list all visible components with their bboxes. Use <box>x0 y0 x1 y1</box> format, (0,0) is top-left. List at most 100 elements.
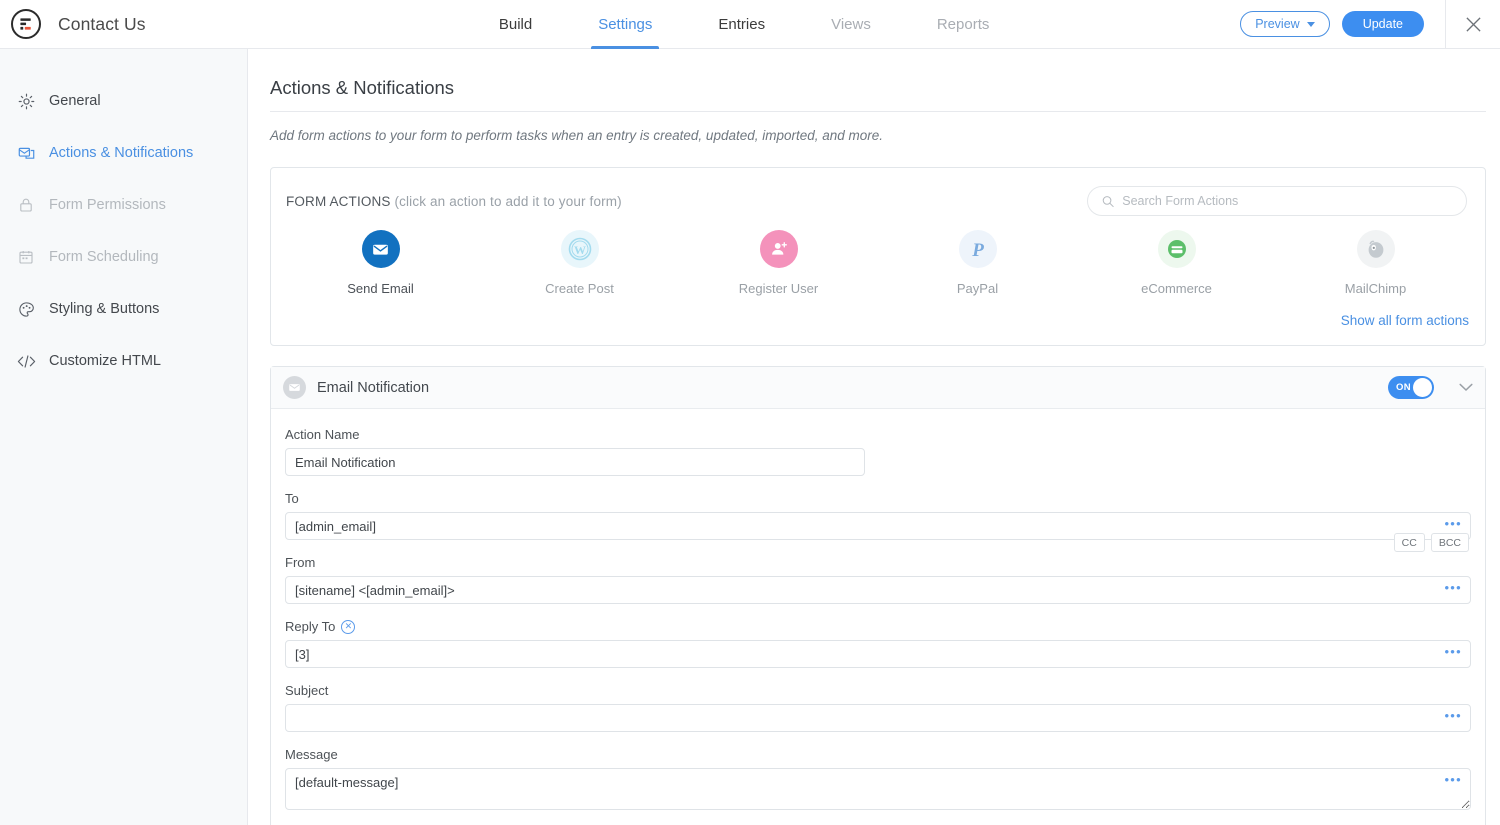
gear-icon <box>16 91 36 111</box>
preview-label: Preview <box>1255 17 1299 31</box>
form-actions-header: FORM ACTIONS (click an action to add it … <box>271 168 1485 216</box>
merge-tag-button[interactable]: ••• <box>1444 581 1462 594</box>
top-bar: Contact Us Build Settings Entries Views … <box>0 0 1500 49</box>
tab-views[interactable]: Views <box>798 0 904 49</box>
message-textarea[interactable]: [default-message] <box>285 768 1471 810</box>
field-to: To ••• <box>285 491 1471 540</box>
top-right-actions: Preview Update <box>1240 0 1500 49</box>
page-title: Actions & Notifications <box>270 77 1486 112</box>
close-icon <box>1465 16 1482 33</box>
cc-button[interactable]: CC <box>1394 533 1425 552</box>
envelope-circle-icon <box>283 376 306 399</box>
tab-build[interactable]: Build <box>466 0 565 49</box>
email-notification-header[interactable]: Email Notification ON <box>271 367 1485 409</box>
field-action-name: Action Name <box>285 427 1471 476</box>
svg-text:P: P <box>971 240 984 261</box>
to-input[interactable] <box>285 512 1471 540</box>
field-reply-to: Reply To ✕ ••• <box>285 619 1471 668</box>
app-body: General Actions & Notifications Form Per… <box>0 49 1500 825</box>
paypal-icon: P <box>959 230 997 268</box>
envelope-icon <box>362 230 400 268</box>
sidebar-item-label: Actions & Notifications <box>49 145 193 161</box>
tab-settings[interactable]: Settings <box>565 0 685 49</box>
cc-bcc-buttons: CC BCC <box>1394 533 1469 552</box>
email-notification-body: Action Name To ••• From CC BCC ••• <box>271 409 1485 815</box>
form-title: Contact Us <box>58 14 146 35</box>
form-action-label: Send Email <box>347 281 413 296</box>
sidebar-item-form-permissions[interactable]: Form Permissions <box>0 179 247 231</box>
form-actions-heading-strong: FORM ACTIONS <box>286 194 391 209</box>
merge-tag-button[interactable]: ••• <box>1444 517 1462 530</box>
form-actions-card: FORM ACTIONS (click an action to add it … <box>270 167 1486 346</box>
search-input[interactable] <box>1122 194 1452 208</box>
logo-glyph <box>19 17 34 32</box>
settings-sidebar: General Actions & Notifications Form Per… <box>0 49 248 825</box>
search-icon <box>1102 195 1114 208</box>
field-subject: Subject ••• <box>285 683 1471 732</box>
field-label: To <box>285 491 1471 506</box>
sidebar-item-form-scheduling[interactable]: Form Scheduling <box>0 231 247 283</box>
form-actions-grid: Send Email W Create Post <box>271 216 1485 298</box>
form-action-paypal[interactable]: P PayPal <box>878 230 1077 296</box>
subject-input[interactable] <box>285 704 1471 732</box>
form-action-label: Register User <box>739 281 818 296</box>
form-action-label: Create Post <box>545 281 614 296</box>
calendar-icon <box>16 247 36 267</box>
form-action-label: MailChimp <box>1345 281 1406 296</box>
merge-tag-button[interactable]: ••• <box>1444 645 1462 658</box>
field-label: Subject <box>285 683 1471 698</box>
field-label: Action Name <box>285 427 1471 442</box>
field-label: Message <box>285 747 1471 762</box>
field-label: Reply To <box>285 619 335 634</box>
form-action-label: PayPal <box>957 281 998 296</box>
form-action-mailchimp[interactable]: MailChimp <box>1276 230 1475 296</box>
ecommerce-icon <box>1158 230 1196 268</box>
chevron-down-icon[interactable] <box>1459 380 1473 395</box>
formidable-logo-icon[interactable] <box>11 9 41 39</box>
email-notification-toggle[interactable]: ON <box>1388 376 1434 399</box>
form-action-ecommerce[interactable]: eCommerce <box>1077 230 1276 296</box>
merge-tag-button[interactable]: ••• <box>1444 773 1462 786</box>
form-actions-footer: Show all form actions <box>271 298 1485 345</box>
sidebar-item-styling-buttons[interactable]: Styling & Buttons <box>0 283 247 335</box>
mailchimp-icon <box>1357 230 1395 268</box>
tab-entries[interactable]: Entries <box>685 0 798 49</box>
page-subtitle: Add form actions to your form to perform… <box>270 128 1486 143</box>
email-notification-panel: Email Notification ON Action Name <box>270 366 1486 825</box>
tab-reports[interactable]: Reports <box>904 0 1023 49</box>
update-button[interactable]: Update <box>1342 11 1424 37</box>
sidebar-item-customize-html[interactable]: Customize HTML <box>0 335 247 387</box>
form-action-register-user[interactable]: Register User <box>679 230 878 296</box>
preview-button[interactable]: Preview <box>1240 11 1329 37</box>
from-input[interactable] <box>285 576 1471 604</box>
brand: Contact Us <box>0 9 248 39</box>
svg-text:W: W <box>574 243 586 257</box>
field-message: Message [default-message] ••• <box>285 747 1471 815</box>
sidebar-item-actions-notifications[interactable]: Actions & Notifications <box>0 127 247 179</box>
toggle-label: ON <box>1396 382 1411 393</box>
merge-tag-button[interactable]: ••• <box>1444 709 1462 722</box>
field-label-group: Reply To ✕ <box>285 619 1471 634</box>
main-nav-tabs: Build Settings Entries Views Reports <box>248 0 1240 49</box>
form-action-create-post[interactable]: W Create Post <box>480 230 679 296</box>
field-label: From <box>285 555 1471 570</box>
field-from: From CC BCC ••• <box>285 555 1471 604</box>
user-add-icon <box>760 230 798 268</box>
sidebar-item-general[interactable]: General <box>0 75 247 127</box>
actions-icon <box>16 143 36 163</box>
sidebar-item-label: Customize HTML <box>49 353 161 369</box>
action-name-input[interactable] <box>285 448 865 476</box>
show-all-form-actions-link[interactable]: Show all form actions <box>1341 313 1469 328</box>
reply-to-input[interactable] <box>285 640 1471 668</box>
sidebar-item-label: Styling & Buttons <box>49 301 159 317</box>
close-button[interactable] <box>1445 0 1500 49</box>
remove-field-icon[interactable]: ✕ <box>341 620 355 634</box>
chevron-down-icon <box>1307 22 1315 27</box>
form-action-send-email[interactable]: Send Email <box>281 230 480 296</box>
sidebar-item-label: Form Permissions <box>49 197 166 213</box>
palette-icon <box>16 299 36 319</box>
search-form-actions-box[interactable] <box>1087 186 1467 216</box>
settings-content: Actions & Notifications Add form actions… <box>248 49 1500 825</box>
lock-icon <box>16 195 36 215</box>
bcc-button[interactable]: BCC <box>1431 533 1469 552</box>
